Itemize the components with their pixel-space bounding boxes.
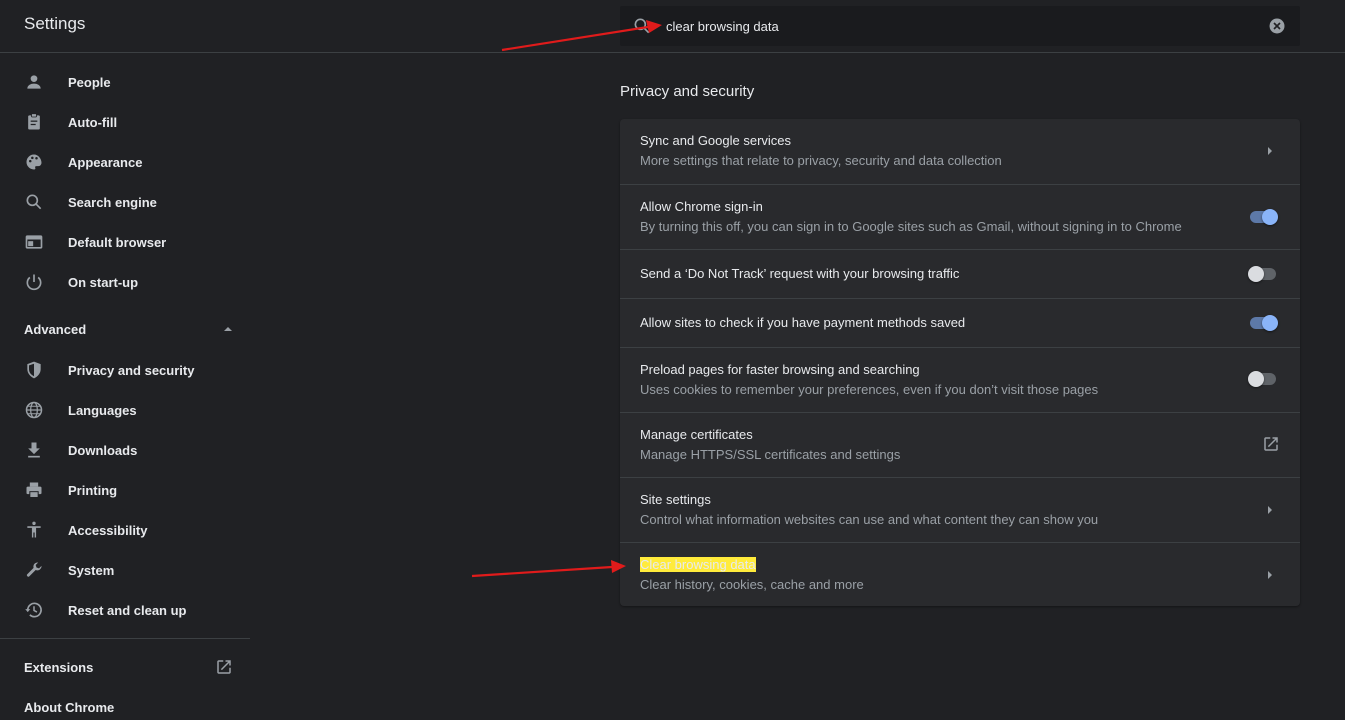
- row-title: Send a ‘Do Not Track’ request with your …: [640, 266, 960, 281]
- sidebar-item-autofill[interactable]: Auto-fill: [0, 102, 250, 142]
- browser-icon: [25, 235, 43, 249]
- shield-icon: [27, 361, 41, 379]
- sidebar-item-accessibility[interactable]: Accessibility: [0, 510, 250, 550]
- about-chrome-label: About Chrome: [24, 699, 115, 715]
- sidebar: People Auto-fill Appearance Search engin…: [0, 54, 250, 720]
- sidebar-item-appearance[interactable]: Appearance: [0, 142, 250, 182]
- printer-icon: [26, 482, 42, 498]
- row-clear-browsing-data[interactable]: Clear browsing data Clear history, cooki…: [620, 542, 1300, 606]
- row-payment-methods: Allow sites to check if you have payment…: [620, 298, 1300, 347]
- sidebar-item-label: Privacy and security: [68, 362, 195, 378]
- toggle-switch[interactable]: [1248, 209, 1278, 225]
- clear-search-icon[interactable]: [1268, 17, 1286, 35]
- sidebar-item-label: Printing: [68, 482, 118, 498]
- search-icon: [26, 194, 42, 210]
- row-title: Site settings: [640, 492, 711, 507]
- row-subtitle: Manage HTTPS/SSL certificates and settin…: [640, 447, 901, 462]
- sidebar-item-system[interactable]: System: [0, 550, 250, 590]
- sidebar-item-privacy-security[interactable]: Privacy and security: [0, 350, 250, 390]
- sidebar-item-extensions[interactable]: Extensions: [24, 652, 239, 682]
- row-sync-google-services[interactable]: Sync and Google services More settings t…: [620, 119, 1300, 184]
- row-subtitle: By turning this off, you can sign in to …: [640, 219, 1182, 234]
- sidebar-item-on-startup[interactable]: On start-up: [0, 262, 250, 302]
- chevron-right-icon: [1268, 571, 1272, 579]
- app-title: Settings: [24, 14, 86, 33]
- toggle-switch[interactable]: [1248, 266, 1278, 282]
- history-icon: [25, 602, 42, 618]
- person-icon: [27, 75, 41, 89]
- toggle-switch[interactable]: [1248, 315, 1278, 331]
- top-bar: Settings: [0, 0, 1345, 53]
- search-input[interactable]: [666, 14, 1246, 38]
- row-title: Allow Chrome sign-in: [640, 199, 763, 214]
- sidebar-item-label: On start-up: [68, 274, 139, 290]
- row-subtitle: Clear history, cookies, cache and more: [640, 577, 864, 592]
- sidebar-divider: [0, 638, 250, 639]
- download-icon: [28, 442, 40, 458]
- accessibility-icon: [27, 521, 41, 538]
- section-title: Privacy and security: [620, 83, 755, 100]
- chevron-right-icon: [1268, 147, 1272, 155]
- row-site-settings[interactable]: Site settings Control what information w…: [620, 477, 1300, 542]
- sidebar-item-languages[interactable]: Languages: [0, 390, 250, 430]
- extensions-label: Extensions: [24, 659, 94, 675]
- clipboard-icon: [28, 113, 40, 130]
- sidebar-item-label: Auto-fill: [68, 114, 118, 130]
- sidebar-item-reset-clean-up[interactable]: Reset and clean up: [0, 590, 250, 630]
- row-manage-certificates[interactable]: Manage certificates Manage HTTPS/SSL cer…: [620, 412, 1300, 477]
- sidebar-item-label: Downloads: [68, 442, 138, 458]
- chevron-up-icon: [224, 327, 232, 331]
- row-subtitle: Control what information websites can us…: [640, 512, 1099, 527]
- power-icon: [26, 274, 42, 291]
- row-title: Manage certificates: [640, 427, 753, 442]
- row-preload-pages: Preload pages for faster browsing and se…: [620, 347, 1300, 412]
- palette-icon: [26, 154, 42, 170]
- sidebar-item-label: System: [68, 562, 115, 578]
- row-title-highlighted: Clear browsing data: [640, 557, 756, 572]
- open-in-new-icon: [217, 660, 231, 674]
- sidebar-item-default-browser[interactable]: Default browser: [0, 222, 250, 262]
- sidebar-item-label: Appearance: [68, 154, 143, 170]
- open-in-new-icon: [1264, 437, 1278, 451]
- row-title: Allow sites to check if you have payment…: [640, 315, 966, 330]
- advanced-label: Advanced: [24, 321, 87, 337]
- row-subtitle: More settings that relate to privacy, se…: [640, 153, 1002, 168]
- search-icon: [634, 18, 650, 34]
- privacy-settings-card: Sync and Google services More settings t…: [620, 119, 1300, 606]
- row-title: Preload pages for faster browsing and se…: [640, 362, 920, 377]
- sidebar-item-search-engine[interactable]: Search engine: [0, 182, 250, 222]
- sidebar-item-printing[interactable]: Printing: [0, 470, 250, 510]
- row-title: Sync and Google services: [640, 133, 792, 148]
- sidebar-item-about-chrome[interactable]: About Chrome: [24, 692, 239, 720]
- sidebar-item-label: Search engine: [68, 194, 157, 210]
- globe-icon: [25, 401, 43, 419]
- row-allow-chrome-sign-in: Allow Chrome sign-in By turning this off…: [620, 184, 1300, 249]
- sidebar-item-label: People: [68, 74, 111, 90]
- toggle-switch[interactable]: [1248, 371, 1278, 387]
- sidebar-item-label: Default browser: [68, 234, 167, 250]
- sidebar-item-downloads[interactable]: Downloads: [0, 430, 250, 470]
- row-do-not-track: Send a ‘Do Not Track’ request with your …: [620, 249, 1300, 298]
- chevron-right-icon: [1268, 506, 1272, 514]
- row-subtitle: Uses cookies to remember your preference…: [640, 382, 1099, 397]
- sidebar-item-label: Languages: [68, 402, 137, 418]
- advanced-section-header[interactable]: Advanced: [24, 314, 234, 344]
- search-box[interactable]: [620, 6, 1300, 46]
- sidebar-item-label: Reset and clean up: [68, 602, 187, 618]
- annotation-arrow-clear-browsing: [471, 560, 626, 578]
- sidebar-item-people[interactable]: People: [0, 62, 250, 102]
- sidebar-item-label: Accessibility: [68, 522, 148, 538]
- wrench-icon: [26, 562, 42, 577]
